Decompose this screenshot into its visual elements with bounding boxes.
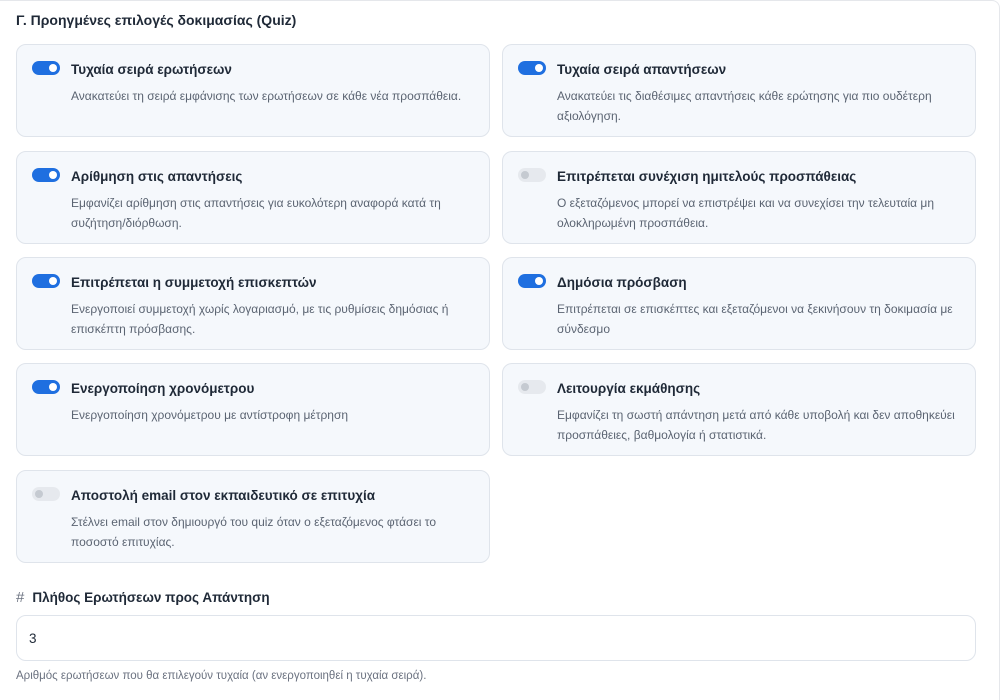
option-card-public-access: Δημόσια πρόσβαση Επιτρέπεται σε επισκέπτ…	[502, 257, 976, 350]
questions-count-input[interactable]: 3	[16, 615, 976, 661]
toggle-knob	[49, 383, 57, 391]
option-title: Λειτουργία εκμάθησης	[557, 381, 701, 396]
option-card-guest-participation: Επιτρέπεται η συμμετοχή επισκεπτών Ενεργ…	[16, 257, 490, 350]
option-title: Δημόσια πρόσβαση	[557, 275, 687, 290]
option-description: Ο εξεταζόμενος μπορεί να επιστρέψει και …	[557, 196, 935, 230]
option-card-shuffle-answers: Τυχαία σειρά απαντήσεων Ανακατεύει τις δ…	[502, 44, 976, 137]
option-title: Τυχαία σειρά ερωτήσεων	[71, 62, 232, 77]
settings-panel: Γ. Προηγμένες επιλογές δοκιμασίας (Quiz)…	[0, 0, 1000, 700]
option-title: Επιτρέπεται η συμμετοχή επισκεπτών	[71, 275, 317, 290]
toggle-knob	[521, 171, 529, 179]
option-description: Ανακατεύει τη σειρά εμφάνισης των ερωτήσ…	[71, 89, 462, 103]
option-title: Επιτρέπεται συνέχιση ημιτελούς προσπάθει…	[557, 169, 857, 184]
toggle-knob	[535, 64, 543, 72]
option-description: Εμφανίζει αρίθμηση στις απαντήσεις για ε…	[71, 196, 441, 230]
option-description: Ενεργοποίηση χρονόμετρου με αντίστροφη μ…	[71, 408, 349, 422]
section-title: Γ. Προηγμένες επιλογές δοκιμασίας (Quiz)	[16, 12, 297, 28]
option-title: Αρίθμηση στις απαντήσεις	[71, 169, 243, 184]
option-card-learning-mode: Λειτουργία εκμάθησης Εμφανίζει τη σωστή …	[502, 363, 976, 456]
option-title: Ενεργοποίηση χρονόμετρου	[71, 381, 255, 396]
toggle-knob	[535, 277, 543, 285]
toggle-knob	[521, 383, 529, 391]
toggle-switch[interactable]	[518, 380, 546, 394]
option-title: Αποστολή email στον εκπαιδευτικό σε επιτ…	[71, 488, 376, 503]
option-description: Στέλνει email στον δημιουργό του quiz ότ…	[71, 515, 437, 549]
hash-icon: #	[16, 589, 25, 606]
option-description: Εμφανίζει τη σωστή απάντηση μετά από κάθ…	[557, 408, 955, 442]
option-title: Τυχαία σειρά απαντήσεων	[557, 62, 727, 77]
questions-count-label-text: Πλήθος Ερωτήσεων προς Απάντηση	[32, 590, 270, 605]
toggle-switch[interactable]	[518, 61, 546, 75]
option-description: Ενεργοποιεί συμμετοχή χωρίς λογαριασμό, …	[71, 302, 449, 336]
option-card-resume-attempt: Επιτρέπεται συνέχιση ημιτελούς προσπάθει…	[502, 151, 976, 244]
toggle-knob	[49, 64, 57, 72]
option-card-timer: Ενεργοποίηση χρονόμετρου Ενεργοποίηση χρ…	[16, 363, 490, 456]
questions-count-help: Αριθμός ερωτήσεων που θα επιλεγούν τυχαί…	[16, 670, 427, 682]
option-description: Επιτρέπεται σε επισκέπτες και εξεταζόμεν…	[557, 302, 953, 336]
toggle-switch[interactable]	[32, 168, 60, 182]
toggle-switch[interactable]	[32, 274, 60, 288]
toggle-knob	[49, 171, 57, 179]
toggle-switch[interactable]	[518, 168, 546, 182]
toggle-knob	[49, 277, 57, 285]
option-card-shuffle-questions: Τυχαία σειρά ερωτήσεων Ανακατεύει τη σει…	[16, 44, 490, 137]
toggle-switch[interactable]	[32, 487, 60, 501]
toggle-knob	[35, 490, 43, 498]
option-card-email-teacher: Αποστολή email στον εκπαιδευτικό σε επιτ…	[16, 470, 490, 563]
questions-count-label: # Πλήθος Ερωτήσεων προς Απάντηση	[16, 589, 270, 606]
toggle-switch[interactable]	[32, 61, 60, 75]
option-description: Ανακατεύει τις διαθέσιμες απαντήσεις κάθ…	[557, 89, 932, 123]
option-card-answer-numbering: Αρίθμηση στις απαντήσεις Εμφανίζει αρίθμ…	[16, 151, 490, 244]
toggle-switch[interactable]	[518, 274, 546, 288]
toggle-switch[interactable]	[32, 380, 60, 394]
